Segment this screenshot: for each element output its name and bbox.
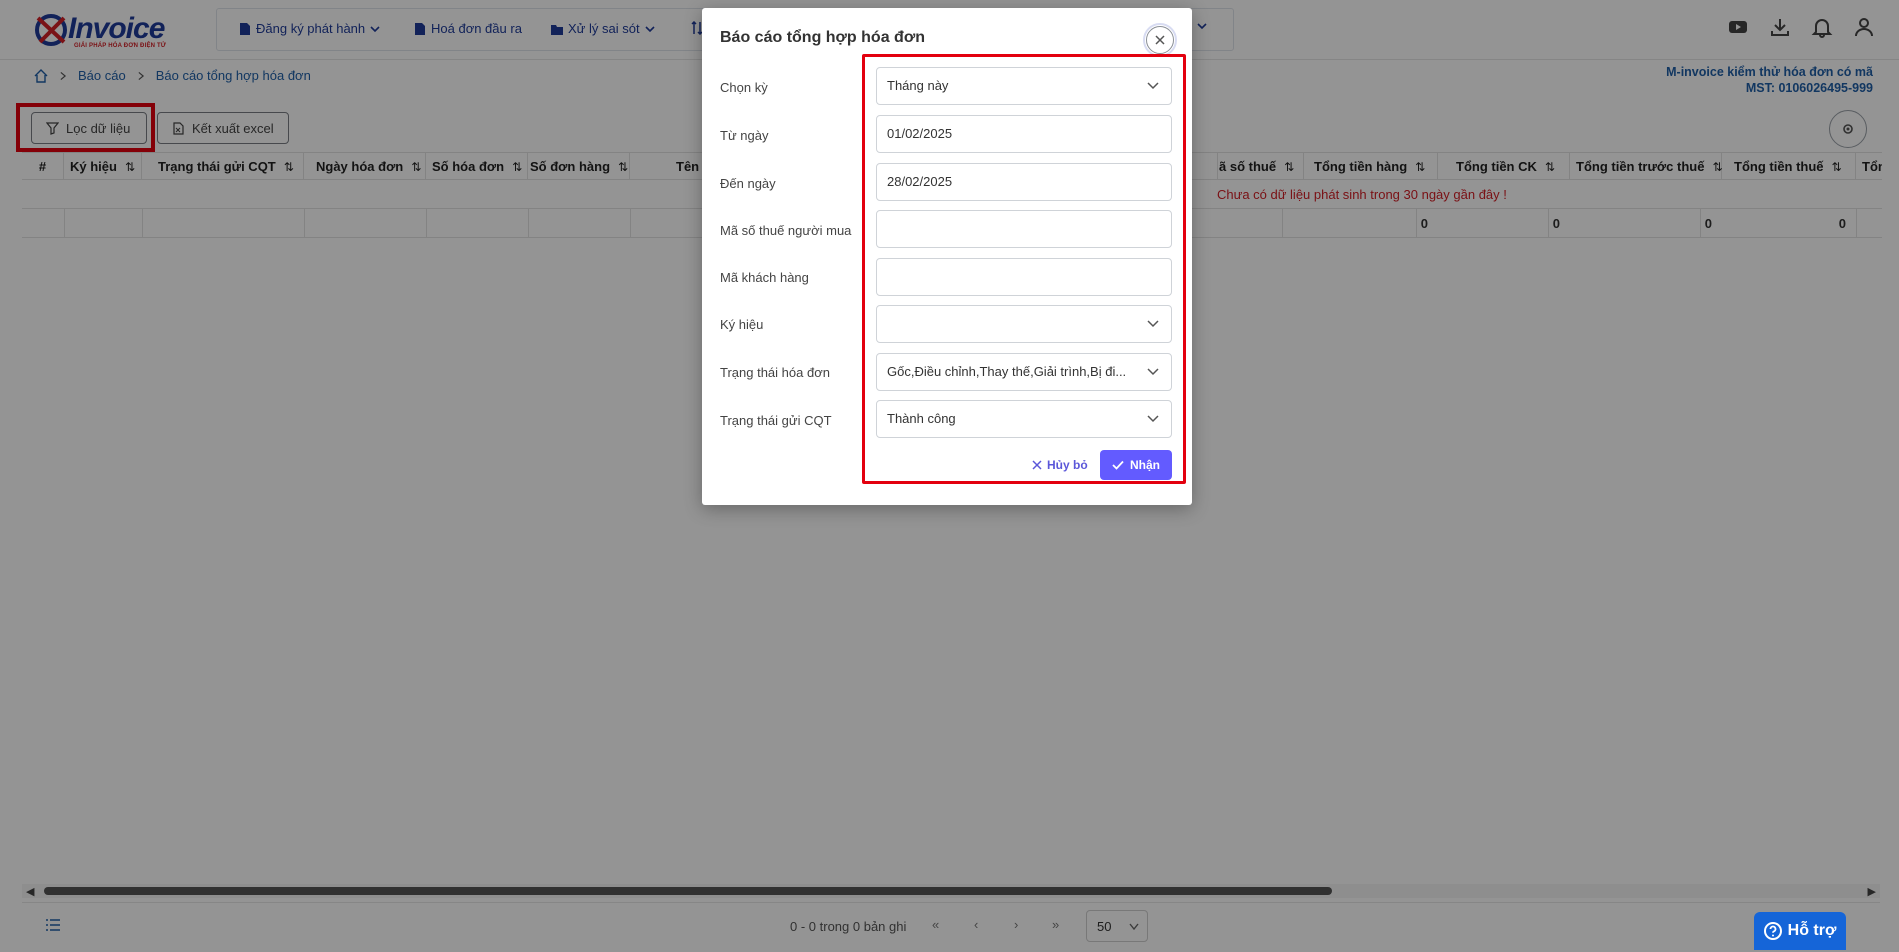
symbol-label: Ký hiệu [720,317,764,332]
customer-code-input[interactable] [876,258,1172,296]
invoice-status-label: Trạng thái hóa đơn [720,365,830,380]
submit-button-label: Nhận [1130,458,1160,472]
invoice-status-value: Gốc,Điều chỉnh,Thay thế,Giải trình,Bị đi… [887,364,1127,379]
period-value: Tháng này [887,78,949,93]
to-date-label: Đến ngày [720,176,776,191]
check-icon [1112,460,1124,470]
support-label: Hỗ trợ [1787,922,1837,939]
cqt-status-label: Trạng thái gửi CQT [720,413,832,428]
period-select[interactable]: Tháng này [876,67,1172,105]
modal-title: Báo cáo tổng hợp hóa đơn [720,29,925,46]
from-date-label: Từ ngày [720,128,769,143]
from-date-input[interactable]: 01/02/2025 [876,115,1172,153]
cqt-status-value: Thành công [887,411,956,426]
buyer-tax-code-input[interactable] [876,210,1172,248]
help-circle-icon [1763,922,1782,940]
close-icon [1155,35,1165,45]
support-button[interactable]: Hỗ trợ [1754,912,1846,950]
chevron-down-icon [1147,415,1159,423]
invoice-report-filter-modal: Báo cáo tổng hợp hóa đơn Chọn kỳ Tháng n… [702,8,1192,505]
customer-code-label: Mã khách hàng [720,270,809,285]
from-date-value: 01/02/2025 [887,126,953,141]
to-date-input[interactable]: 28/02/2025 [876,163,1172,201]
chevron-down-icon [1147,368,1159,376]
symbol-select[interactable] [876,305,1172,343]
submit-button[interactable]: Nhận [1100,450,1172,480]
cancel-button[interactable]: Hủy bỏ [1032,450,1088,480]
chevron-down-icon [1147,320,1159,328]
close-icon [1032,460,1042,470]
invoice-status-select[interactable]: Gốc,Điều chỉnh,Thay thế,Giải trình,Bị đi… [876,353,1172,391]
period-label: Chọn kỳ [720,80,768,95]
cancel-button-label: Hủy bỏ [1047,458,1088,472]
to-date-value: 28/02/2025 [887,174,953,189]
chevron-down-icon [1147,82,1159,90]
modal-close-button[interactable] [1143,23,1177,57]
cqt-status-select[interactable]: Thành công [876,400,1172,438]
buyer-tax-code-label: Mã số thuế người mua [720,223,852,238]
